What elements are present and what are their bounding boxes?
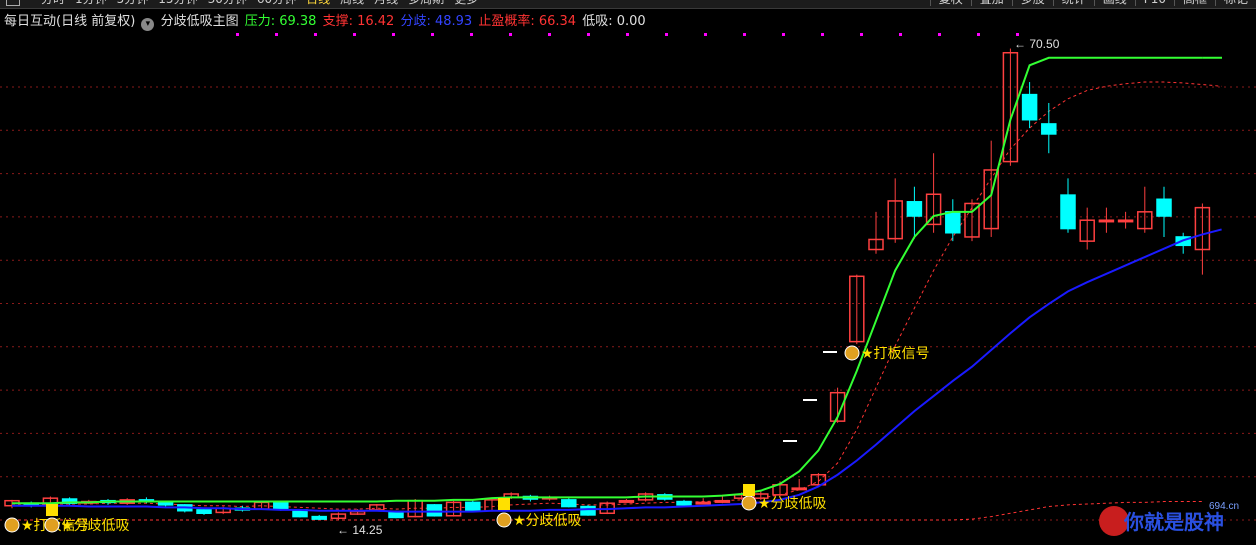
candle-body <box>580 505 596 516</box>
watermark: 694.cn 你就是股神 <box>1099 501 1239 536</box>
top-marker <box>431 33 434 36</box>
signal-label: ★打板信号 <box>861 345 930 362</box>
pressure-line <box>12 56 1203 505</box>
top-marker <box>587 33 590 36</box>
signal-label: ★分歧低吸 <box>61 518 130 534</box>
top-marker <box>392 33 395 36</box>
candle-body <box>1098 219 1115 223</box>
top-marker <box>938 33 941 36</box>
candle-body <box>906 201 923 217</box>
candle-body <box>426 504 443 517</box>
signal-icon <box>844 345 860 361</box>
signal-marker <box>743 484 755 496</box>
candle-body <box>1156 198 1172 217</box>
signal-icon <box>4 517 20 533</box>
top-marker <box>314 33 317 36</box>
candle-body <box>676 500 692 506</box>
top-marker <box>275 33 278 36</box>
signal-label: ★分歧低吸 <box>513 513 582 529</box>
signal-label: ★分歧低吸 <box>758 496 827 512</box>
candle-body <box>1041 123 1057 135</box>
top-marker <box>236 33 239 36</box>
candle-body <box>273 501 289 510</box>
signal-marker <box>46 504 58 516</box>
candle-body <box>945 211 961 234</box>
watermark-text: 你就是股神 <box>1123 510 1224 534</box>
signal-marker <box>498 498 510 510</box>
candle-body <box>618 499 635 503</box>
signal-icon <box>44 517 60 533</box>
stop-line <box>12 81 1222 510</box>
high-price-label: ← 70.50 <box>1014 37 1060 51</box>
top-marker <box>782 33 785 36</box>
divergence-line <box>12 228 1222 513</box>
candle-body <box>1060 194 1076 230</box>
top-marker <box>665 33 668 36</box>
top-marker <box>626 33 629 36</box>
candle-body <box>695 501 711 505</box>
top-marker <box>860 33 863 36</box>
top-marker <box>821 33 824 36</box>
top-marker <box>743 33 746 36</box>
top-marker <box>470 33 473 36</box>
candle-body <box>465 501 481 512</box>
top-marker <box>899 33 902 36</box>
candle-body <box>1021 93 1038 121</box>
top-marker <box>977 33 980 36</box>
candle-body <box>196 509 212 515</box>
top-marker <box>1016 33 1019 36</box>
low-price-label: ← 14.25 <box>337 523 383 537</box>
candle-body <box>1117 219 1134 223</box>
top-marker <box>548 33 551 36</box>
candle-body <box>791 487 807 491</box>
candle-body <box>561 499 577 508</box>
signal-icon <box>741 495 757 511</box>
price-chart[interactable]: ★打板信号★分歧低吸★分歧低吸★分歧低吸★打板信号← 70.50← 14.25 <box>0 0 1256 545</box>
signal-icon <box>496 512 512 528</box>
top-marker <box>509 33 512 36</box>
top-marker <box>704 33 707 36</box>
top-marker <box>353 33 356 36</box>
candle-body <box>714 499 731 503</box>
candle-body <box>311 515 327 520</box>
